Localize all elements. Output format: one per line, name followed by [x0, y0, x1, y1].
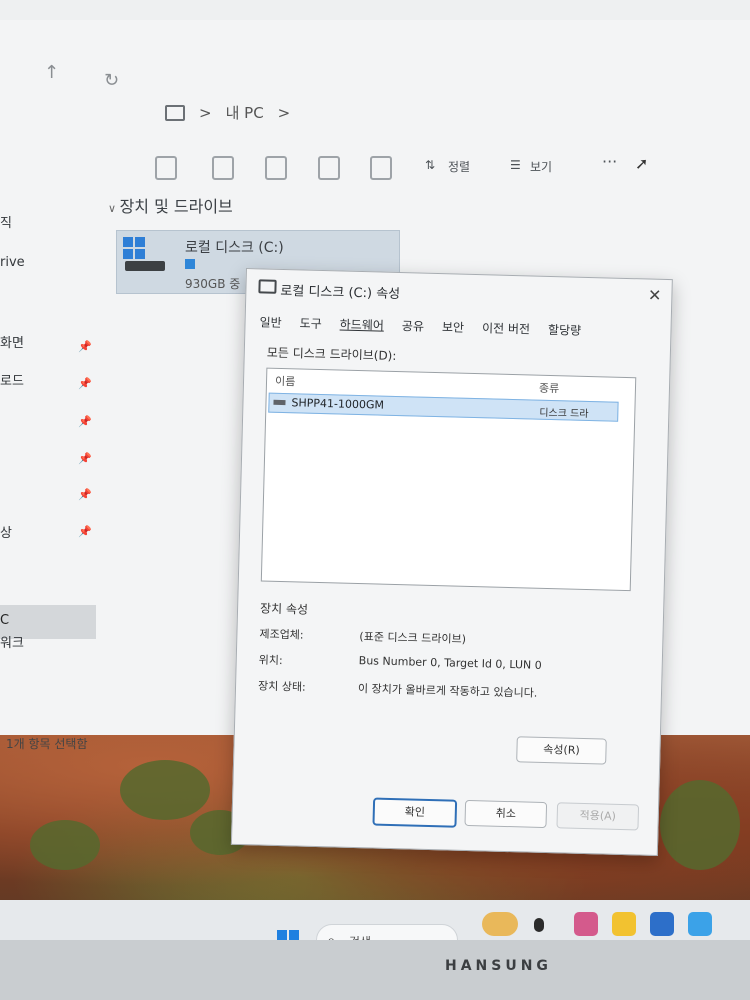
mouse-cursor-icon: ➚: [635, 154, 649, 173]
breadcrumb-this-pc[interactable]: 내 PC: [226, 102, 264, 123]
explorer-toolbar: ⇅ 정렬 ☰ 보기 ··· ➚: [150, 148, 750, 188]
device-properties-title: 장치 속성: [259, 601, 309, 617]
section-title-text: 장치 및 드라이브: [119, 197, 233, 216]
drive-icon: [258, 279, 277, 294]
rename-icon[interactable]: [265, 156, 287, 180]
view-icon[interactable]: ☰: [510, 158, 521, 172]
tab-tools[interactable]: 도구: [299, 314, 322, 332]
drive-label: 로컬 디스크 (C:): [185, 240, 284, 256]
monitor-bezel: HANSUNG: [0, 940, 750, 1000]
disk-list-label: 모든 디스크 드라이브(D):: [266, 345, 397, 363]
column-header-type[interactable]: 종류: [539, 380, 560, 397]
prop-value: Bus Number 0, Target Id 0, LUN 0: [358, 654, 542, 672]
file-explorer-icon[interactable]: [612, 912, 636, 936]
disk-properties-dialog: 로컬 디스크 (C:) 속성 ✕ 일반 도구 하드웨어 공유 보안 이전 버전 …: [230, 268, 673, 856]
tab-quota[interactable]: 할당량: [548, 321, 582, 339]
nav-item-onedrive[interactable]: rive: [0, 255, 25, 270]
tab-sharing[interactable]: 공유: [402, 317, 425, 335]
pin-icon[interactable]: 📌: [78, 525, 92, 538]
tab-security[interactable]: 보안: [442, 318, 465, 336]
drive-usage-bar: [185, 259, 195, 269]
nav-item-downloads[interactable]: 로드: [0, 370, 24, 389]
breadcrumb-separator[interactable]: >: [278, 104, 291, 122]
chevron-down-icon[interactable]: ∨: [108, 202, 120, 215]
copy-icon[interactable]: [155, 156, 177, 180]
tab-hardware[interactable]: 하드웨어: [340, 315, 385, 333]
monitor-screen: ↑ ↻ > 내 PC > ⇅ 정렬 ☰ 보기 ··· ➚ ∨ 장치 및 드라이브: [0, 0, 750, 1000]
nav-item-label: C: [0, 613, 10, 628]
disk-type: 디스크 드라: [539, 407, 589, 421]
pin-icon[interactable]: 📌: [78, 452, 92, 465]
prop-key: 장치 상태:: [257, 679, 306, 694]
status-bar-text: 1개 항목 선택함: [6, 737, 88, 751]
view-button[interactable]: 보기: [530, 158, 552, 175]
up-arrow-icon[interactable]: ↑: [44, 62, 59, 83]
devices-section-title: ∨ 장치 및 드라이브: [108, 193, 233, 217]
cancel-button[interactable]: 취소: [464, 799, 548, 829]
breadcrumb: > 내 PC >: [165, 102, 290, 123]
disk-list-row[interactable]: SHPP41-1000GM 디스크 드라: [268, 392, 619, 422]
prop-value: (표준 디스크 드라이브): [359, 630, 467, 646]
app-icon[interactable]: [574, 912, 598, 936]
disk-name: SHPP41-1000GM: [291, 396, 385, 412]
nav-item[interactable]: 직: [0, 212, 12, 231]
edge-icon[interactable]: [688, 912, 712, 936]
pin-icon[interactable]: 📌: [78, 415, 92, 428]
pin-icon[interactable]: 📌: [78, 488, 92, 501]
share-icon[interactable]: [318, 156, 340, 180]
apply-button[interactable]: 적용(A): [556, 802, 640, 831]
tab-general[interactable]: 일반: [259, 313, 282, 331]
disk-drives-list[interactable]: 이름 종류 SHPP41-1000GM 디스크 드라: [260, 367, 637, 592]
store-icon[interactable]: [650, 912, 674, 936]
hard-drive-icon: [125, 261, 165, 271]
nav-item-network[interactable]: 워크: [0, 632, 24, 651]
sort-icon[interactable]: ⇅: [425, 158, 435, 172]
windows-drive-icon: [123, 237, 145, 259]
disk-drive-icon: [273, 399, 286, 406]
ok-button[interactable]: 확인: [372, 797, 458, 828]
column-header-name[interactable]: 이름: [275, 373, 296, 390]
drive-size-text: 930GB 중: [185, 277, 241, 291]
monitor-brand-logo: HANSUNG: [445, 958, 552, 974]
close-button[interactable]: ✕: [648, 286, 662, 305]
prop-value: 이 장치가 올바르게 작동하고 있습니다.: [357, 682, 538, 700]
dialog-tabs: 일반 도구 하드웨어 공유 보안 이전 버전 할당량: [259, 313, 581, 338]
properties-button[interactable]: 속성(R): [516, 736, 607, 765]
delete-icon[interactable]: [370, 156, 392, 180]
dialog-title: 로컬 디스크 (C:) 속성: [280, 283, 401, 303]
paste-icon[interactable]: [212, 156, 234, 180]
more-options-button[interactable]: ···: [602, 152, 617, 171]
pin-icon[interactable]: 📌: [78, 377, 92, 390]
sort-button[interactable]: 정렬: [448, 158, 470, 175]
tab-previous-versions[interactable]: 이전 버전: [482, 319, 530, 337]
monitor-icon[interactable]: [165, 104, 185, 121]
nav-item-desktop[interactable]: 화면: [0, 332, 24, 351]
widgets-icon[interactable]: [482, 912, 518, 936]
refresh-icon[interactable]: ↻: [104, 70, 119, 91]
nav-item-videos[interactable]: 상: [0, 522, 12, 541]
prop-key: 위치:: [258, 653, 283, 668]
device-properties-group: 장치 속성 제조업체: (표준 디스크 드라이브) 위치: Bus Number…: [258, 599, 628, 699]
pin-icon[interactable]: 📌: [78, 340, 92, 353]
task-view-icon[interactable]: [534, 918, 544, 932]
prop-key: 제조업체:: [259, 627, 304, 642]
breadcrumb-separator: >: [199, 103, 212, 122]
